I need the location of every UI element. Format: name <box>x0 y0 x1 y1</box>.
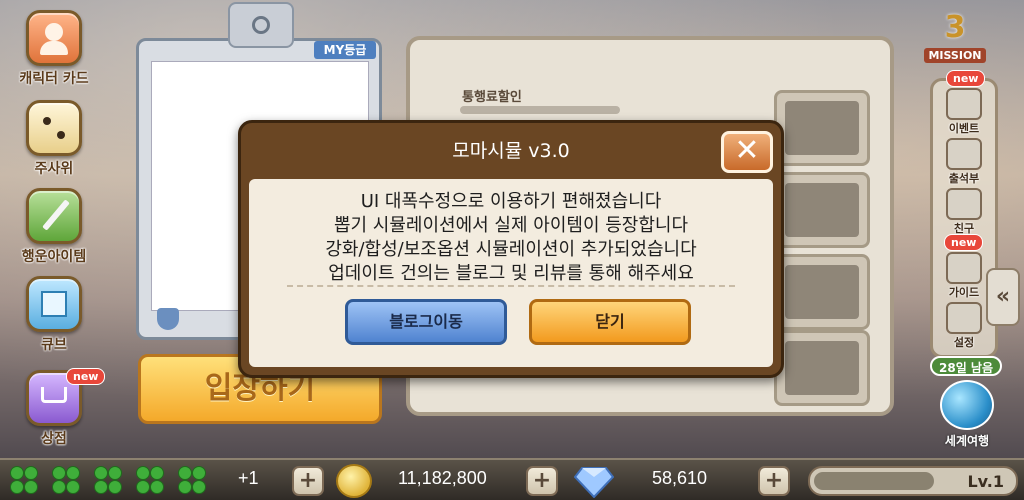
character-card-icon <box>26 10 82 66</box>
close-icon[interactable]: ✕ <box>721 131 773 173</box>
sidebar-item-label: 출석부 <box>948 172 980 185</box>
card-clip <box>228 2 294 48</box>
sidebar-item-label: 행운아이템 <box>21 249 87 265</box>
dialog-message-line: 뽑기 시뮬레이션에서 실제 아이템이 등장합니다 <box>333 215 689 236</box>
sword-icon <box>26 188 82 244</box>
dice-icon <box>26 100 82 156</box>
sidebar-item-label: 캐릭터 카드 <box>19 71 89 87</box>
sidebar-item-lucky-item[interactable]: 행운아이템 <box>4 188 104 266</box>
friend-icon <box>946 188 982 220</box>
cube-icon <box>26 276 82 332</box>
clover-icon <box>178 466 208 496</box>
pass-discount-label: 통행료할인 <box>462 90 522 105</box>
go-to-blog-button[interactable]: 블로그이동 <box>345 299 507 345</box>
dialog-message-line: 업데이트 건의는 블로그 및 리뷰를 통해 해주세요 <box>328 263 694 284</box>
globe-icon[interactable] <box>940 380 994 430</box>
item-slot[interactable] <box>774 330 870 406</box>
clover-icon <box>94 466 124 496</box>
gold-amount: 11,182,800 <box>398 468 487 488</box>
world-travel-label: 세계여행 <box>944 434 990 448</box>
mission-number: 3 <box>944 10 966 45</box>
gem-icon <box>574 467 614 498</box>
add-gold-button[interactable]: + <box>526 466 558 496</box>
my-grade-tab[interactable]: MY등급 <box>314 41 376 59</box>
sidebar-item-label: 주사위 <box>34 161 74 177</box>
gold-coin-icon <box>336 464 372 498</box>
resource-bar: +1 + 11,182,800 + 58,610 + Lv.1 <box>0 458 1024 500</box>
collapse-sidebar-button[interactable]: « <box>986 268 1020 326</box>
sidebar-item-friend[interactable]: 친구 <box>929 188 999 236</box>
close-button[interactable]: 닫기 <box>529 299 691 345</box>
new-badge: new <box>944 234 984 251</box>
shield-icon <box>157 308 179 330</box>
sidebar-item-character-card[interactable]: 캐릭터 카드 <box>4 10 104 88</box>
pass-discount-bar <box>460 106 620 114</box>
sidebar-item-attendance[interactable]: 출석부 <box>929 138 999 186</box>
calendar-icon <box>946 138 982 170</box>
sidebar-item-dice[interactable]: 주사위 <box>4 100 104 178</box>
item-slot[interactable] <box>774 254 870 330</box>
level-text: Lv.1 <box>967 472 1004 491</box>
clover-icon <box>136 466 166 496</box>
megaphone-icon <box>946 88 982 120</box>
mission-label: MISSION <box>924 48 986 63</box>
item-slot[interactable] <box>774 90 870 166</box>
dialog-title: 모마시뮬 v3.0 <box>452 140 570 162</box>
gear-icon <box>946 302 982 334</box>
clover-extra: +1 <box>238 468 259 488</box>
dialog-body: UI 대폭수정으로 이용하기 편해졌습니다 뽑기 시뮬레이션에서 실제 아이템이… <box>249 179 773 367</box>
new-badge: new <box>66 368 106 385</box>
dialog-message-line: UI 대폭수정으로 이용하기 편해졌습니다 <box>360 191 662 212</box>
dialog-message-line: 강화/합성/보조옵션 시뮬레이션이 추가되었습니다 <box>325 239 697 260</box>
sidebar-item-shop[interactable]: new 상점 <box>4 368 106 448</box>
sidebar-item-label: 설정 <box>953 336 975 349</box>
gem-amount: 58,610 <box>652 468 708 488</box>
add-clover-button[interactable]: + <box>292 466 324 496</box>
days-left-badge: 28일 남음 <box>930 356 1002 376</box>
item-slot[interactable] <box>774 172 870 248</box>
clover-icon <box>10 466 40 496</box>
book-icon <box>946 252 982 284</box>
update-notice-dialog: 모마시뮬 v3.0 ✕ UI 대폭수정으로 이용하기 편해졌습니다 뽑기 시뮬레… <box>238 120 784 378</box>
new-badge: new <box>946 70 986 87</box>
mission-badge[interactable]: 3 MISSION <box>912 12 998 72</box>
divider <box>287 285 735 287</box>
sidebar-item-label: 상점 <box>41 431 67 447</box>
add-gem-button[interactable]: + <box>758 466 790 496</box>
level-bar: Lv.1 <box>808 466 1018 496</box>
sidebar-item-label: 큐브 <box>41 337 67 353</box>
sidebar-item-cube[interactable]: 큐브 <box>4 276 104 354</box>
clover-icon <box>52 466 82 496</box>
sidebar-item-label: 이벤트 <box>948 122 980 135</box>
sidebar-item-event[interactable]: 이벤트 <box>929 88 999 136</box>
level-progress <box>814 472 934 490</box>
